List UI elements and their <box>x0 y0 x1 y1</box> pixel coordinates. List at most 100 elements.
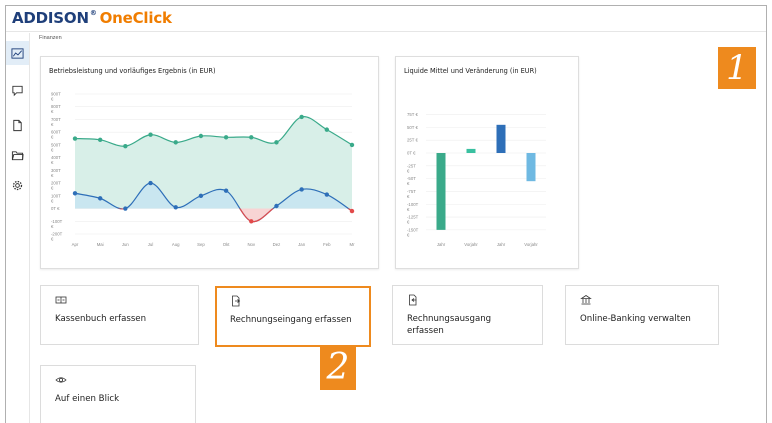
app-window: ADDISON® OneClick Finanzen Betriebsleistu… <box>5 5 767 423</box>
brand-trademark: ® <box>89 9 97 17</box>
y-tick-label: 300T € <box>51 168 61 178</box>
x-tick-label: Feb <box>323 242 331 247</box>
breadcrumb[interactable]: Finanzen <box>39 35 62 41</box>
action-label-invoice-out-line2: erfassen <box>407 326 444 336</box>
x-tick-label: Jul <box>148 242 154 247</box>
bar <box>466 148 476 153</box>
series-2-point <box>274 203 279 209</box>
y-tick-label: -25T € <box>407 163 416 173</box>
x-tick-label: Aug <box>172 242 180 247</box>
action-label-cashbook: Kassenbuch erfassen <box>55 314 147 324</box>
series-1-point <box>274 140 279 145</box>
x-tick-label: Jan <box>298 242 306 247</box>
sidebar-item-dashboard[interactable] <box>6 41 29 65</box>
chart-line-icon <box>11 47 24 59</box>
cash-register-icon <box>55 296 67 304</box>
x-tick-label: Jun <box>122 242 130 247</box>
y-tick-label: -200T € <box>51 232 63 242</box>
series-1-point <box>223 135 229 140</box>
y-tick-label: 400T € <box>51 155 61 165</box>
sidebar-item-settings[interactable] <box>6 173 29 197</box>
series-2-point <box>97 196 103 201</box>
x-tick-label: Sep <box>197 242 205 247</box>
series-1-point <box>299 114 304 120</box>
callout-badge-1: 1 <box>718 47 756 89</box>
y-tick-label: -125T € <box>407 215 419 225</box>
action-label-invoice-out-line1: Rechnungsausgang <box>407 314 492 324</box>
series-1-point <box>198 133 204 139</box>
bar <box>436 153 446 230</box>
series-2-point <box>198 193 204 199</box>
y-tick-label: 800T € <box>51 104 61 114</box>
action-card-invoice-in[interactable]: Rechnungseingang erfassen <box>215 286 371 347</box>
series-2-point <box>148 180 153 186</box>
series-1-point <box>249 135 254 140</box>
y-tick-label: 25T € <box>407 138 419 143</box>
y-tick-label: 900T € <box>51 92 61 102</box>
y-tick-label: 600T € <box>51 130 61 140</box>
sidebar-item-messages[interactable] <box>6 78 29 102</box>
sidebar-item-folders[interactable] <box>6 143 29 167</box>
bar <box>496 124 506 153</box>
series-2-point <box>123 206 128 211</box>
top-bar: ADDISON® OneClick <box>6 6 766 32</box>
series-1-point <box>123 143 128 149</box>
gear-icon <box>12 180 23 190</box>
invoice-in-icon <box>232 295 241 307</box>
sidebar <box>6 33 30 423</box>
action-label-invoice-out: Rechnungsausgang erfassen <box>407 313 491 337</box>
y-tick-label: -75T € <box>407 189 416 199</box>
x-tick-label: Vorjahr <box>464 242 478 247</box>
document-icon <box>13 119 22 131</box>
chat-bubble-icon <box>12 85 23 96</box>
x-tick-label: Nov <box>247 242 255 247</box>
action-card-cashbook[interactable]: Kassenbuch erfassen <box>40 285 199 345</box>
y-tick-label: -100T € <box>407 202 419 212</box>
y-tick-label: 50T € <box>407 125 419 130</box>
invoice-out-icon <box>409 294 417 306</box>
action-card-overview[interactable]: Auf einen Blick <box>40 365 196 423</box>
y-tick-label: -150T € <box>407 227 419 237</box>
series-1-point <box>173 140 178 145</box>
brand-right: OneClick <box>99 9 172 27</box>
series-1-point <box>148 132 153 137</box>
action-label-online-banking: Online-Banking verwalten <box>580 314 691 324</box>
y-tick-label: 700T € <box>51 117 61 127</box>
action-card-invoice-out[interactable]: Rechnungsausgang erfassen <box>392 285 543 345</box>
chart-panel-performance: Betriebsleistung und vorläufiges Ergebni… <box>40 56 379 269</box>
bank-icon <box>580 295 592 305</box>
x-tick-label: Mr <box>349 242 355 247</box>
series-2-point <box>249 219 254 224</box>
sidebar-item-documents[interactable] <box>6 113 29 137</box>
series-2-point <box>299 187 304 192</box>
liquidity-bar-chart: 75T € 50T € 25T € 0T € -25T € -50T € -75T € -100T €… <box>407 112 546 247</box>
series-2-point <box>349 208 355 214</box>
y-tick-label: 100T € <box>51 193 61 203</box>
bar <box>526 153 536 182</box>
app-logo[interactable]: ADDISON® OneClick <box>12 9 172 27</box>
series-2-point <box>173 205 178 210</box>
x-tick-label: Okt <box>223 242 230 247</box>
series-1-point <box>97 137 103 143</box>
series-2-point <box>223 188 229 193</box>
series-1-point <box>349 142 355 148</box>
x-tick-label: Vorjahr <box>524 242 538 247</box>
series-2-point <box>72 191 78 196</box>
action-label-invoice-in: Rechnungseingang erfassen <box>230 315 352 325</box>
x-tick-label: Dez <box>273 242 281 247</box>
action-card-online-banking[interactable]: Online-Banking verwalten <box>565 285 719 345</box>
series-1-point <box>324 127 330 132</box>
series-1-point <box>72 136 78 141</box>
x-tick-label: Jahr <box>437 242 446 247</box>
eye-icon <box>55 377 67 383</box>
y-tick-label: -50T € <box>407 176 416 186</box>
callout-badge-2: 2 <box>320 345 356 390</box>
y-tick-label: -100T € <box>51 219 63 229</box>
chart-panel-liquidity: Liquide Mittel und Veränderung (in EUR) … <box>395 56 579 269</box>
y-tick-label: 500T € <box>51 142 61 152</box>
series-2-point <box>324 192 330 197</box>
performance-line-chart: 900T € 800T € 700T € 600T € 500T € 400T € 300T € 200T €… <box>51 92 355 248</box>
folder-icon <box>11 150 24 160</box>
x-tick-label: Mai <box>97 242 104 247</box>
x-tick-label: Apr <box>72 242 79 247</box>
